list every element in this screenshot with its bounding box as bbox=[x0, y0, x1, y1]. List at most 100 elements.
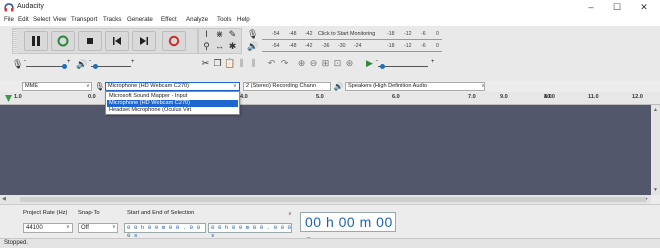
stop-button[interactable] bbox=[78, 31, 102, 51]
horizontal-scroll-thumb[interactable] bbox=[20, 197, 646, 202]
chevron-down-icon: ∨ bbox=[233, 83, 237, 89]
pause-button[interactable] bbox=[24, 31, 48, 51]
minimize-button[interactable]: – bbox=[578, 0, 604, 15]
menu-transport[interactable]: Transport bbox=[71, 16, 97, 23]
play-meter-tick: -24 bbox=[354, 43, 362, 49]
skip-start-button[interactable] bbox=[105, 31, 129, 51]
ruler-tick-label: 7.0 bbox=[468, 94, 476, 100]
scroll-left-icon[interactable]: ◀ bbox=[2, 196, 6, 202]
menu-tracks[interactable]: Tracks bbox=[103, 16, 121, 23]
redo-icon[interactable]: ↷ bbox=[279, 58, 290, 69]
scroll-up-icon[interactable]: ▲ bbox=[653, 107, 658, 113]
snap-to-label: Snap-To bbox=[78, 210, 100, 216]
menu-select[interactable]: Select bbox=[33, 16, 50, 23]
multi-tool-icon[interactable]: ✱ bbox=[227, 41, 238, 52]
audio-position-time[interactable]: 00 h 00 m 00 s bbox=[300, 212, 396, 248]
play-button[interactable] bbox=[51, 31, 75, 51]
transport-grip[interactable] bbox=[13, 29, 17, 53]
play-meter-tick: -12 bbox=[404, 43, 412, 49]
input-option-selected[interactable]: Microphone (HD Webcam C270) bbox=[107, 100, 238, 107]
rec-meter-tick: -12 bbox=[404, 31, 412, 37]
menu-tools[interactable]: Tools bbox=[217, 16, 231, 23]
record-button[interactable] bbox=[162, 31, 186, 51]
menu-generate[interactable]: Generate bbox=[127, 16, 153, 23]
selection-mode-label[interactable]: Start and End of Selection bbox=[127, 210, 194, 216]
playback-volume-knob[interactable] bbox=[93, 64, 98, 69]
chevron-down-icon: ∨ bbox=[86, 83, 90, 89]
play-at-speed-slider[interactable] bbox=[378, 66, 428, 67]
play-slider-min: - bbox=[89, 58, 91, 64]
input-option[interactable]: Headset Microphone (Oculus Virt bbox=[107, 107, 238, 114]
undo-icon[interactable]: ↶ bbox=[266, 58, 277, 69]
selection-start-time[interactable]: 0 0 h 0 0 m 0 0 . 0 0 0 s bbox=[124, 223, 206, 239]
recording-volume-slider[interactable] bbox=[26, 66, 66, 67]
scroll-down-icon[interactable]: ▼ bbox=[653, 187, 658, 193]
trim-icon[interactable]: ⫼ bbox=[236, 58, 247, 69]
record-meter-message[interactable]: Click to Start Monitoring bbox=[318, 31, 375, 37]
zoom-toggle-icon[interactable]: ⊛ bbox=[344, 58, 355, 69]
menu-view[interactable]: View bbox=[53, 16, 66, 23]
menu-effect[interactable]: Effect bbox=[161, 16, 177, 23]
ruler-tick-label: 4.0 bbox=[240, 94, 248, 100]
envelope-tool-icon[interactable]: ⋇ bbox=[214, 29, 225, 40]
audio-host-select[interactable]: MME bbox=[22, 82, 92, 91]
input-device-value: Microphone (HD Webcam C270) bbox=[108, 83, 190, 89]
play-icon bbox=[57, 35, 69, 47]
skip-to-end-icon bbox=[140, 37, 148, 45]
copy-icon[interactable]: ❐ bbox=[212, 58, 223, 69]
paste-icon[interactable]: 📋 bbox=[224, 58, 235, 69]
output-device-select[interactable]: Speakers (High Definition Audio bbox=[345, 82, 485, 91]
play-at-speed-knob[interactable] bbox=[380, 64, 385, 69]
rec-meter-tick: -48 bbox=[289, 31, 297, 37]
fit-project-icon[interactable]: ⊡ bbox=[332, 58, 343, 69]
pinned-play-head-icon[interactable] bbox=[4, 94, 13, 103]
playback-meter-speaker-icon[interactable]: 🔊 bbox=[247, 41, 258, 52]
record-meter-bar bbox=[262, 39, 442, 40]
menu-file[interactable]: File bbox=[4, 16, 14, 23]
recording-channels-select[interactable]: 2 (Stereo) Recording Chann bbox=[243, 82, 331, 91]
play-meter-tick: -30 bbox=[338, 43, 346, 49]
zoom-tool-icon[interactable]: ⚲ bbox=[201, 41, 212, 52]
zoom-in-icon[interactable]: ⊕ bbox=[296, 58, 307, 69]
menu-edit[interactable]: Edit bbox=[18, 16, 29, 23]
maximize-button[interactable]: ☐ bbox=[604, 0, 630, 15]
play-meter-tick: 0 bbox=[436, 43, 439, 49]
selection-end-time[interactable]: 0 0 h 0 0 m 0 0 . 0 0 0 s bbox=[208, 223, 292, 239]
play-meter-tick: -6 bbox=[421, 43, 426, 49]
ruler-tick-label: 9.0 bbox=[500, 94, 508, 100]
silence-icon[interactable]: ⫼ bbox=[248, 58, 259, 69]
playback-volume-speaker-icon: 🔊 bbox=[76, 59, 88, 69]
play-at-speed-icon[interactable]: ▶ bbox=[364, 58, 375, 69]
rec-meter-tick: -18 bbox=[387, 31, 395, 37]
timeline-ruler[interactable]: 1.0 0.0 4.0 5.0 6.0 7.0 8.0 9.0 10.0 11.… bbox=[0, 92, 660, 105]
toolbar-area: I ⋇ ✎ ⚲ ↔ ✱ 🎙 🔊 -54 -48 -42 Click to Sta… bbox=[0, 26, 660, 81]
output-device-speaker-icon: 🔊 bbox=[333, 82, 344, 91]
play-meter-tick: -48 bbox=[289, 43, 297, 49]
close-button[interactable]: ✕ bbox=[631, 0, 657, 15]
menu-analyze[interactable]: Analyze bbox=[186, 16, 208, 23]
vertical-scrollbar[interactable]: ▲ ▼ bbox=[651, 105, 660, 195]
fit-selection-icon[interactable]: ⊞ bbox=[320, 58, 331, 69]
cut-icon[interactable]: ✂ bbox=[200, 58, 211, 69]
chevron-down-icon: ∨ bbox=[112, 224, 116, 230]
menu-help[interactable]: Help bbox=[237, 16, 250, 23]
input-option[interactable]: Microsoft Sound Mapper - Input bbox=[107, 93, 238, 100]
ruler-tick-label: 6.0 bbox=[392, 94, 400, 100]
input-device-select[interactable]: Microphone (HD Webcam C270) bbox=[105, 82, 240, 91]
draw-tool-icon[interactable]: ✎ bbox=[227, 29, 238, 40]
track-panel[interactable] bbox=[0, 105, 651, 195]
record-icon bbox=[168, 35, 180, 47]
skip-end-button[interactable] bbox=[132, 31, 156, 51]
timeshift-tool-icon[interactable]: ↔ bbox=[214, 41, 225, 52]
record-meter-mic-icon[interactable]: 🎙 bbox=[247, 29, 258, 40]
skip-to-start-icon bbox=[113, 37, 121, 45]
menu-bar: File Edit Select View Transport Tracks G… bbox=[0, 15, 660, 26]
project-rate-label: Project Rate (Hz) bbox=[23, 210, 68, 216]
selection-tool-icon[interactable]: I bbox=[201, 29, 212, 40]
ruler-tick-label: 10.0 bbox=[544, 94, 555, 100]
output-device-value: Speakers (High Definition Audio bbox=[348, 83, 427, 89]
play-meter-tick: -54 bbox=[272, 43, 280, 49]
pause-icon bbox=[32, 36, 40, 46]
zoom-out-icon[interactable]: ⊖ bbox=[308, 58, 319, 69]
ruler-tick-label: 11.0 bbox=[588, 94, 599, 100]
